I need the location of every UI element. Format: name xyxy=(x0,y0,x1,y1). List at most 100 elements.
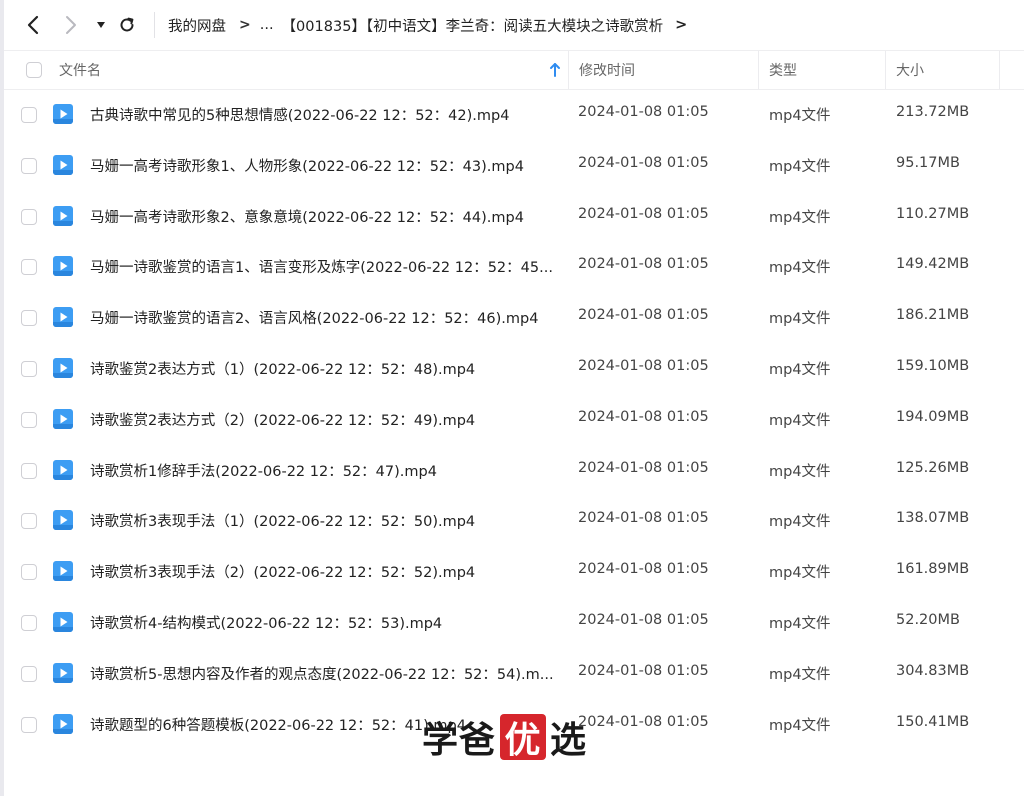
file-name[interactable]: 古典诗歌中常见的5种思想情感(2022-06-22 12：52：42).mp4 xyxy=(90,104,560,125)
row-checkbox[interactable] xyxy=(21,360,37,377)
file-name[interactable]: 诗歌赏析4-结构模式(2022-06-22 12：52：53).mp4 xyxy=(90,612,560,633)
column-size[interactable]: 大小 xyxy=(896,51,924,89)
file-size: 150.41MB xyxy=(896,713,970,730)
file-size: 149.42MB xyxy=(896,256,970,273)
row-checkbox[interactable] xyxy=(21,208,37,225)
file-name[interactable]: 诗歌鉴赏2表达方式（1）(2022-06-22 12：52：48).mp4 xyxy=(90,358,560,379)
file-modified: 2024-01-08 01:05 xyxy=(578,104,709,120)
video-file-icon xyxy=(53,205,73,226)
file-size: 304.83MB xyxy=(896,662,970,679)
file-row[interactable]: 马姗一高考诗歌形象2、意象意境(2022-06-22 12：52：44).mp4… xyxy=(4,192,1024,243)
breadcrumb-ellipsis[interactable]: ... xyxy=(260,17,274,33)
file-name[interactable]: 马姗一高考诗歌形象2、意象意境(2022-06-22 12：52：44).mp4 xyxy=(90,206,560,227)
file-name[interactable]: 诗歌赏析3表现手法（1）(2022-06-22 12：52：50).mp4 xyxy=(90,510,560,531)
file-modified: 2024-01-08 01:05 xyxy=(578,662,709,679)
file-browser: 我的网盘 > ... 【001835】【初中语文】李兰奇：阅读五大模块之诗歌赏析… xyxy=(0,0,1024,796)
breadcrumb-root[interactable]: 我的网盘 xyxy=(168,15,226,36)
file-size: 194.09MB xyxy=(896,408,970,425)
column-divider[interactable] xyxy=(568,51,569,89)
caret-down-icon xyxy=(97,22,105,28)
toolbar-separator xyxy=(154,12,155,38)
file-type: mp4文件 xyxy=(769,717,831,734)
file-row[interactable]: 诗歌赏析3表现手法（1）(2022-06-22 12：52：50).mp4 20… xyxy=(4,496,1024,547)
breadcrumb-trailing-chevron[interactable]: > xyxy=(675,17,687,33)
watermark-seal: 优 xyxy=(500,714,547,761)
file-list: 古典诗歌中常见的5种思想情感(2022-06-22 12：52：42).mp4 … xyxy=(4,90,1024,750)
breadcrumb-current[interactable]: 【001835】【初中语文】李兰奇：阅读五大模块之诗歌赏析 xyxy=(282,15,664,36)
video-file-icon xyxy=(53,154,73,175)
file-type: mp4文件 xyxy=(769,666,831,683)
file-modified: 2024-01-08 01:05 xyxy=(578,611,709,628)
file-name[interactable]: 马姗一诗歌鉴赏的语言1、语言变形及炼字(2022-06-22 12：52：45.… xyxy=(90,256,560,277)
file-row[interactable]: 古典诗歌中常见的5种思想情感(2022-06-22 12：52：42).mp4 … xyxy=(4,90,1024,141)
file-type: mp4文件 xyxy=(769,514,831,531)
forward-button[interactable] xyxy=(58,12,84,38)
refresh-icon xyxy=(120,17,134,32)
video-file-icon xyxy=(53,408,73,429)
sort-ascending-icon[interactable] xyxy=(549,62,561,78)
column-modified[interactable]: 修改时间 xyxy=(579,51,635,89)
file-type: mp4文件 xyxy=(769,260,831,277)
row-checkbox[interactable] xyxy=(21,157,37,174)
row-checkbox[interactable] xyxy=(21,513,37,530)
watermark-logo: 学爸 优 选 xyxy=(422,712,587,762)
breadcrumb-separator: > xyxy=(239,17,251,33)
file-row[interactable]: 马姗一诗歌鉴赏的语言2、语言风格(2022-06-22 12：52：46).mp… xyxy=(4,293,1024,344)
file-modified: 2024-01-08 01:05 xyxy=(578,357,709,374)
chevron-left-icon xyxy=(27,15,39,35)
select-all-cell xyxy=(26,51,42,89)
file-row[interactable]: 诗歌赏析5-思想内容及作者的观点态度(2022-06-22 12：52：54).… xyxy=(4,649,1024,700)
file-row[interactable]: 马姗一高考诗歌形象1、人物形象(2022-06-22 12：52：43).mp4… xyxy=(4,141,1024,192)
row-checkbox[interactable] xyxy=(21,310,37,327)
file-type: mp4文件 xyxy=(769,565,831,582)
toolbar: 我的网盘 > ... 【001835】【初中语文】李兰奇：阅读五大模块之诗歌赏析… xyxy=(0,0,1024,50)
row-checkbox[interactable] xyxy=(21,564,37,581)
column-divider[interactable] xyxy=(758,51,759,89)
file-name[interactable]: 诗歌赏析3表现手法（2）(2022-06-22 12：52：52).mp4 xyxy=(90,561,560,582)
file-name[interactable]: 诗歌赏析5-思想内容及作者的观点态度(2022-06-22 12：52：54).… xyxy=(90,663,560,684)
column-type[interactable]: 类型 xyxy=(769,51,797,89)
file-modified: 2024-01-08 01:05 xyxy=(578,561,709,578)
row-checkbox[interactable] xyxy=(21,411,37,428)
row-checkbox[interactable] xyxy=(21,716,37,733)
video-file-icon xyxy=(53,256,73,277)
file-modified: 2024-01-08 01:05 xyxy=(578,205,709,222)
file-name[interactable]: 诗歌鉴赏2表达方式（2）(2022-06-22 12：52：49).mp4 xyxy=(90,409,560,430)
history-dropdown-button[interactable] xyxy=(92,12,110,38)
video-file-icon xyxy=(53,357,73,378)
file-modified: 2024-01-08 01:05 xyxy=(578,256,709,273)
file-name[interactable]: 诗歌赏析1修辞手法(2022-06-22 12：52：47).mp4 xyxy=(90,460,560,481)
file-row[interactable]: 诗歌赏析1修辞手法(2022-06-22 12：52：47).mp4 2024-… xyxy=(4,446,1024,497)
file-row[interactable]: 诗歌赏析4-结构模式(2022-06-22 12：52：53).mp4 2024… xyxy=(4,598,1024,649)
column-divider[interactable] xyxy=(999,51,1000,89)
file-row[interactable]: 诗歌鉴赏2表达方式（1）(2022-06-22 12：52：48).mp4 20… xyxy=(4,344,1024,395)
video-file-icon xyxy=(53,662,73,683)
row-checkbox[interactable] xyxy=(21,259,37,276)
file-name[interactable]: 马姗一诗歌鉴赏的语言2、语言风格(2022-06-22 12：52：46).mp… xyxy=(90,307,560,328)
file-row[interactable]: 马姗一诗歌鉴赏的语言1、语言变形及炼字(2022-06-22 12：52：45.… xyxy=(4,242,1024,293)
row-checkbox[interactable] xyxy=(21,462,37,479)
row-checkbox[interactable] xyxy=(21,614,37,631)
file-modified: 2024-01-08 01:05 xyxy=(578,408,709,425)
file-modified: 2024-01-08 01:05 xyxy=(578,154,709,171)
video-file-icon xyxy=(53,713,73,734)
watermark-text-2: 选 xyxy=(550,720,588,761)
row-checkbox[interactable] xyxy=(21,665,37,682)
refresh-button[interactable] xyxy=(114,12,140,38)
file-row[interactable]: 诗歌鉴赏2表达方式（2）(2022-06-22 12：52：49).mp4 20… xyxy=(4,395,1024,446)
file-type: mp4文件 xyxy=(769,412,831,429)
select-all-checkbox[interactable] xyxy=(26,62,42,78)
file-name[interactable]: 马姗一高考诗歌形象1、人物形象(2022-06-22 12：52：43).mp4 xyxy=(90,155,560,176)
file-type: mp4文件 xyxy=(769,615,831,632)
watermark-text-1: 学爸 xyxy=(422,720,497,761)
column-divider[interactable] xyxy=(885,51,886,89)
back-button[interactable] xyxy=(20,12,46,38)
column-name[interactable]: 文件名 xyxy=(59,51,101,89)
breadcrumb: 我的网盘 > ... 【001835】【初中语文】李兰奇：阅读五大模块之诗歌赏析… xyxy=(168,13,687,37)
row-checkbox[interactable] xyxy=(21,107,37,123)
file-row[interactable]: 诗歌赏析3表现手法（2）(2022-06-22 12：52：52).mp4 20… xyxy=(4,547,1024,598)
video-file-icon xyxy=(53,459,73,480)
chevron-right-icon xyxy=(66,16,76,34)
file-modified: 2024-01-08 01:05 xyxy=(578,510,709,527)
file-size: 125.26MB xyxy=(896,459,970,476)
